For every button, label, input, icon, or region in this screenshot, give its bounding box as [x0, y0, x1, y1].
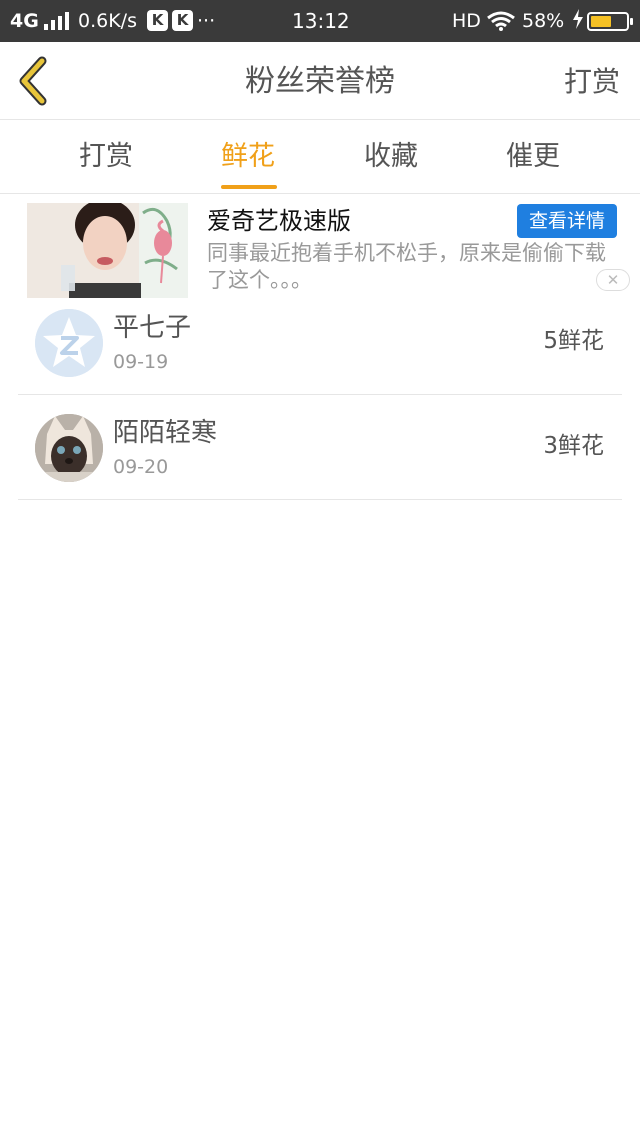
list-item[interactable]: 陌陌轻寒 09-20 3鲜花 [18, 395, 622, 500]
battery-percent: 58% [522, 10, 565, 32]
list-item[interactable]: 平七子 09-19 5鲜花 [18, 290, 622, 395]
battery-icon [587, 12, 633, 31]
ad-banner[interactable]: 爱奇艺极速版 查看详情 同事最近抱着手机不松手，原来是偷偷下载了这个。。。 ✕ [0, 195, 640, 300]
tab-flowers[interactable]: 鲜花 [193, 139, 303, 175]
ad-image[interactable] [27, 203, 188, 298]
tab-urge-update[interactable]: 催更 [478, 139, 588, 175]
tip-button[interactable]: 打赏 [564, 64, 620, 100]
fan-list: 平七子 09-19 5鲜花 陌陌轻寒 09-20 3鲜花 [18, 290, 622, 500]
flower-count: 5鲜花 [543, 328, 604, 354]
ad-title: 爱奇艺极速版 [207, 207, 351, 235]
battery-level [591, 16, 611, 27]
fan-name: 陌陌轻寒 [113, 418, 218, 448]
app-badge-icon: K [172, 10, 193, 31]
charging-icon [572, 9, 584, 35]
hd-indicator: HD [452, 10, 481, 32]
wifi-icon [486, 11, 516, 37]
tab-bar: 打赏 鲜花 收藏 催更 [0, 121, 640, 194]
active-tab-indicator [221, 185, 277, 189]
tab-favorites[interactable]: 收藏 [336, 139, 446, 175]
more-notifications-icon: ··· [197, 10, 216, 32]
network-type: 4G [10, 10, 39, 32]
flower-count: 3鲜花 [543, 433, 604, 459]
fan-date: 09-19 [113, 351, 169, 373]
ad-details-button[interactable]: 查看详情 [517, 204, 617, 238]
tab-tips[interactable]: 打赏 [51, 139, 161, 175]
app-header: 粉丝荣誉榜 打赏 [0, 42, 640, 120]
clock: 13:12 [292, 9, 350, 33]
close-icon[interactable]: ✕ [596, 269, 630, 291]
network-speed: 0.6K/s [78, 10, 137, 32]
fan-date: 09-20 [113, 456, 169, 478]
page-title: 粉丝荣誉榜 [245, 64, 395, 99]
status-bar: 4G 0.6K/s K K ··· 13:12 HD 58% [0, 0, 640, 42]
fan-name: 平七子 [113, 313, 192, 343]
signal-icon [44, 12, 70, 36]
battery-cap [630, 18, 633, 25]
ad-description: 同事最近抱着手机不松手，原来是偷偷下载了这个。。。 [207, 241, 606, 292]
star-avatar-icon [35, 309, 103, 377]
cat-avatar-icon [35, 414, 103, 482]
app-badge-icon: K [147, 10, 168, 31]
